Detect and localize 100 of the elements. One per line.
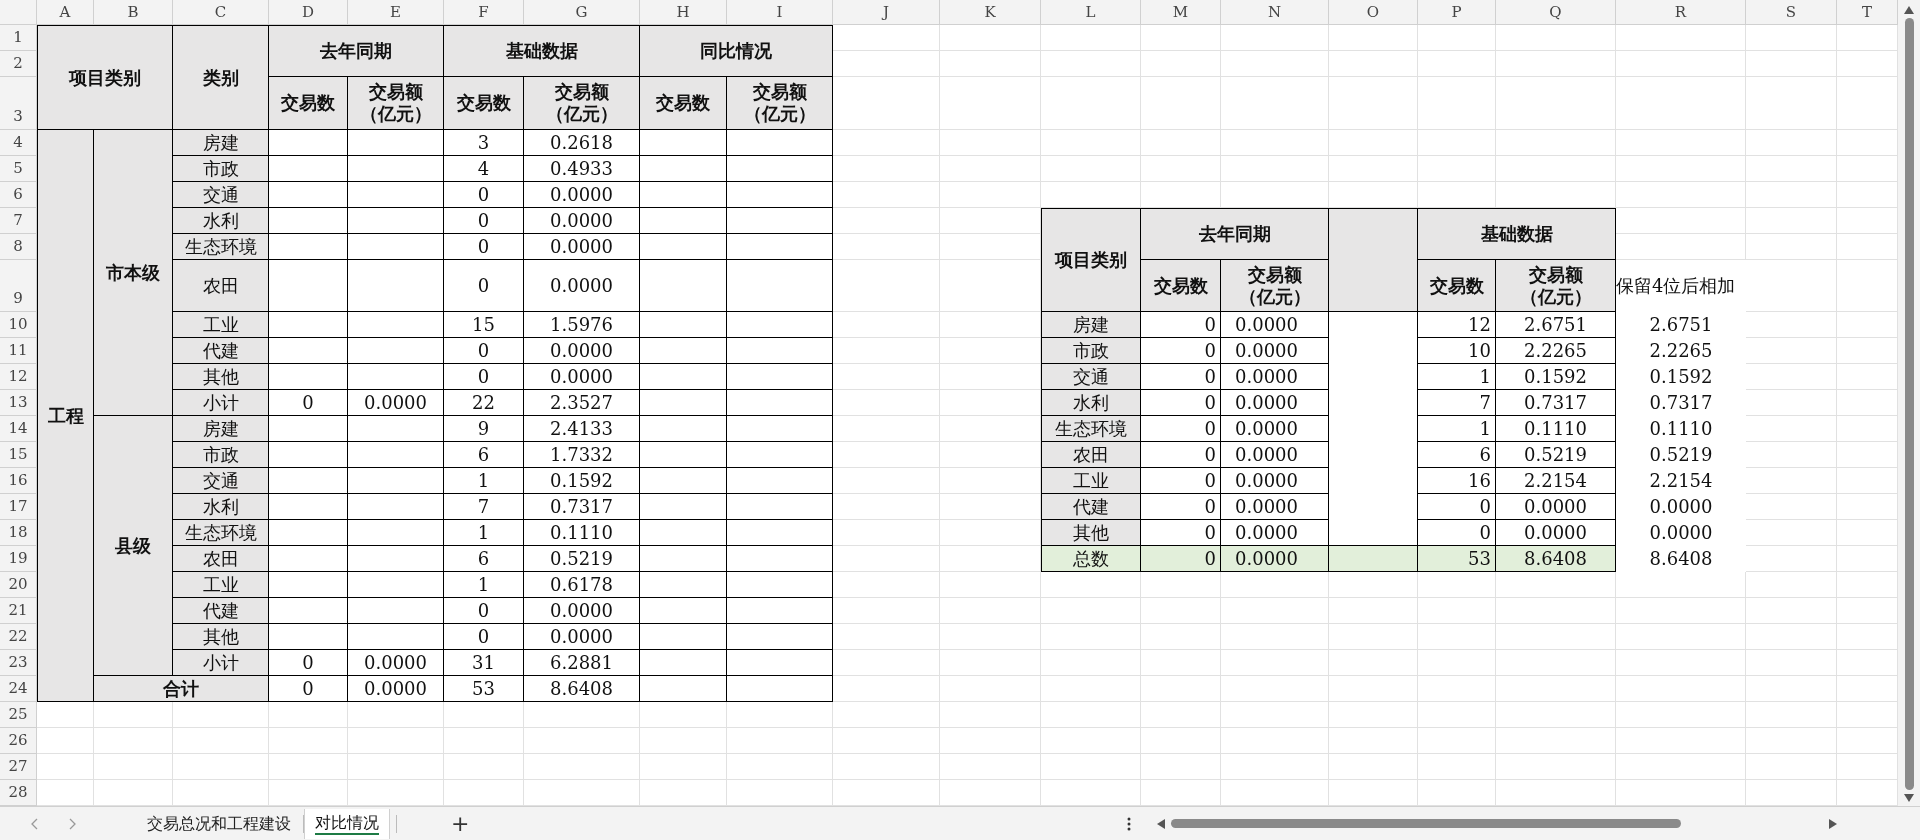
empty-cell[interactable] [1746,676,1837,702]
row-header[interactable]: 9 [0,260,37,312]
empty-cell[interactable] [1329,51,1418,77]
column-header[interactable]: A [37,0,94,25]
empty-cell[interactable] [1496,77,1616,130]
row-header[interactable]: 14 [0,416,37,442]
empty-cell[interactable] [1041,650,1141,676]
empty-cell[interactable] [1041,156,1141,182]
empty-cell[interactable] [1746,728,1837,754]
select-all-corner[interactable] [0,0,37,25]
column-header[interactable]: N [1221,0,1329,25]
column-header[interactable]: G [524,0,640,25]
empty-cell[interactable] [94,728,173,754]
empty-cell[interactable] [1329,728,1418,754]
empty-cell[interactable] [1746,25,1837,51]
empty-cell[interactable] [1746,650,1837,676]
empty-cell[interactable] [1418,676,1496,702]
empty-cell[interactable] [1329,77,1418,130]
empty-cell[interactable] [833,25,940,51]
empty-cell[interactable] [1141,572,1221,598]
column-header[interactable]: F [444,0,524,25]
empty-cell[interactable] [1746,130,1837,156]
empty-cell[interactable] [524,754,640,780]
column-header[interactable]: B [94,0,173,25]
empty-cell[interactable] [940,650,1041,676]
empty-cell[interactable] [1616,234,1746,260]
empty-cell[interactable] [1221,676,1329,702]
empty-cell[interactable] [1418,182,1496,208]
column-header[interactable]: P [1418,0,1496,25]
empty-cell[interactable] [1141,130,1221,156]
sheet-tab[interactable]: 交易总况和工程建设 [135,808,303,839]
column-header[interactable]: C [173,0,269,25]
empty-cell[interactable] [640,728,727,754]
empty-cell[interactable] [1418,572,1496,598]
empty-cell[interactable] [1041,182,1141,208]
scroll-left-icon[interactable] [1157,818,1166,829]
row-header[interactable]: 13 [0,390,37,416]
empty-cell[interactable] [1329,25,1418,51]
empty-cell[interactable] [940,208,1041,234]
empty-cell[interactable] [1221,754,1329,780]
scroll-down-icon[interactable] [1904,794,1914,802]
empty-cell[interactable] [940,25,1041,51]
empty-cell[interactable] [1746,598,1837,624]
empty-cell[interactable] [940,234,1041,260]
empty-cell[interactable] [940,51,1041,77]
empty-cell[interactable] [1746,624,1837,650]
empty-cell[interactable] [1496,598,1616,624]
column-header[interactable]: E [348,0,444,25]
row-header[interactable]: 22 [0,624,37,650]
empty-cell[interactable] [1221,702,1329,728]
empty-cell[interactable] [1041,624,1141,650]
empty-cell[interactable] [1418,598,1496,624]
empty-cell[interactable] [1141,77,1221,130]
empty-cell[interactable] [833,754,940,780]
empty-cell[interactable] [1141,650,1221,676]
row-header[interactable]: 5 [0,156,37,182]
empty-cell[interactable] [1418,156,1496,182]
row-header[interactable]: 4 [0,130,37,156]
empty-cell[interactable] [1496,25,1616,51]
empty-cell[interactable] [1329,650,1418,676]
empty-cell[interactable] [1496,728,1616,754]
empty-cell[interactable] [1418,754,1496,780]
empty-cell[interactable] [1041,77,1141,130]
empty-cell[interactable] [1616,130,1746,156]
empty-cell[interactable] [1041,598,1141,624]
empty-cell[interactable] [940,156,1041,182]
empty-cell[interactable] [1616,51,1746,77]
empty-cell[interactable] [1141,51,1221,77]
empty-cell[interactable] [269,702,348,728]
empty-cell[interactable] [269,754,348,780]
empty-cell[interactable] [940,598,1041,624]
empty-cell[interactable] [524,702,640,728]
row-header[interactable]: 27 [0,754,37,780]
empty-cell[interactable] [1616,25,1746,51]
empty-cell[interactable] [94,702,173,728]
empty-cell[interactable] [1616,182,1746,208]
empty-cell[interactable] [1746,702,1837,728]
empty-cell[interactable] [940,676,1041,702]
empty-cell[interactable] [1041,702,1141,728]
empty-cell[interactable] [1616,650,1746,676]
empty-cell[interactable] [1616,598,1746,624]
empty-cell[interactable] [940,624,1041,650]
empty-cell[interactable] [1746,182,1837,208]
empty-cell[interactable] [1616,624,1746,650]
empty-cell[interactable] [1616,676,1746,702]
empty-cell[interactable] [1041,25,1141,51]
sheet-tab[interactable]: 对比情况 [304,808,390,839]
empty-cell[interactable] [1221,182,1329,208]
empty-cell[interactable] [1221,51,1329,77]
empty-cell[interactable] [173,702,269,728]
empty-cell[interactable] [1221,77,1329,130]
next-sheet-icon[interactable] [69,817,77,830]
empty-cell[interactable] [1041,572,1141,598]
empty-cell[interactable] [1746,572,1837,598]
column-header[interactable]: H [640,0,727,25]
empty-cell[interactable] [1041,676,1141,702]
empty-cell[interactable] [1746,77,1837,130]
empty-cell[interactable] [727,702,833,728]
empty-cell[interactable] [1141,25,1221,51]
empty-cell[interactable] [1616,754,1746,780]
